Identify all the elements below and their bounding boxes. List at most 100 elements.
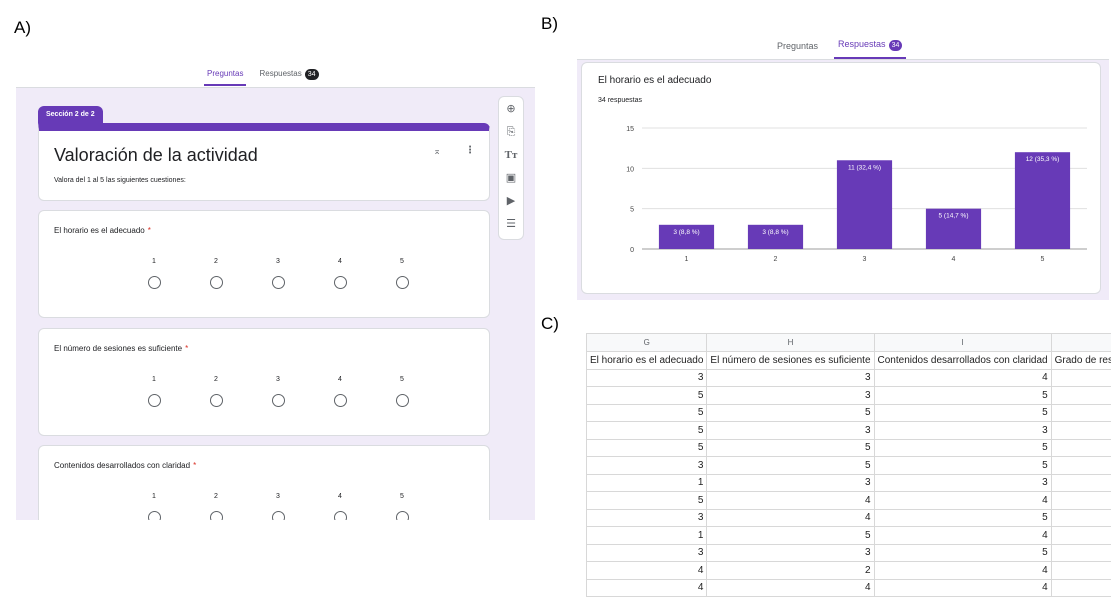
table-cell[interactable]: 3 bbox=[586, 508, 708, 527]
table-cell[interactable]: 3 bbox=[706, 368, 875, 387]
collapse-section-icon[interactable]: ⌅ bbox=[433, 145, 441, 157]
column-letter[interactable]: G bbox=[586, 333, 708, 352]
table-cell[interactable]: 1 bbox=[586, 473, 708, 492]
question-card-3[interactable]: Contenidos desarrollados con claridad * 1… bbox=[38, 445, 490, 520]
table-cell[interactable]: 3 bbox=[586, 543, 708, 562]
table-cell[interactable]: 5 bbox=[1050, 456, 1111, 475]
add-question-icon[interactable]: ⊕ bbox=[504, 102, 518, 116]
table-row: 5443 bbox=[586, 491, 1111, 510]
column-letter[interactable]: J bbox=[1050, 333, 1111, 352]
table-cell[interactable]: 3 bbox=[873, 421, 1052, 440]
more-options-icon[interactable]: ⋮ bbox=[465, 145, 475, 157]
y-tick-label: 10 bbox=[626, 166, 634, 173]
table-cell[interactable]: 5 bbox=[586, 421, 708, 440]
add-video-icon[interactable]: ▶ bbox=[504, 194, 518, 208]
table-cell[interactable]: 4 bbox=[706, 491, 875, 510]
table-cell[interactable]: 4 bbox=[586, 578, 708, 597]
table-cell[interactable]: 3 bbox=[873, 473, 1052, 492]
radio-option[interactable] bbox=[333, 394, 347, 407]
table-cell[interactable]: 3 bbox=[706, 543, 875, 562]
radio-option[interactable] bbox=[395, 511, 409, 520]
radio-option[interactable] bbox=[147, 276, 161, 289]
radio-option[interactable] bbox=[209, 276, 223, 289]
header-cell[interactable]: El número de sesiones es suficiente bbox=[706, 351, 875, 370]
radio-option[interactable] bbox=[271, 276, 285, 289]
add-image-icon[interactable]: ▣ bbox=[504, 171, 518, 185]
table-cell[interactable]: 5 bbox=[873, 456, 1052, 475]
table-cell[interactable]: 3 bbox=[586, 456, 708, 475]
table-cell[interactable]: 5 bbox=[873, 543, 1052, 562]
table-cell[interactable]: 3 bbox=[1050, 421, 1111, 440]
radio-option[interactable] bbox=[395, 394, 409, 407]
header-cell[interactable]: Grado de resolución de dudas bbox=[1050, 351, 1111, 370]
table-cell[interactable]: 1 bbox=[586, 526, 708, 545]
table-cell[interactable]: 5 bbox=[586, 403, 708, 422]
table-cell[interactable]: 3 bbox=[586, 368, 708, 387]
table-cell[interactable]: 5 bbox=[706, 403, 875, 422]
table-cell[interactable]: 5 bbox=[1050, 403, 1111, 422]
scale-label: 3 bbox=[276, 493, 280, 500]
column-letter[interactable]: I bbox=[873, 333, 1052, 352]
table-cell[interactable]: 5 bbox=[1050, 543, 1111, 562]
table-cell[interactable]: 4 bbox=[873, 526, 1052, 545]
question-card-1[interactable]: El horario es el adecuado * 1 2 3 4 5 bbox=[38, 210, 490, 318]
radio-option[interactable] bbox=[147, 394, 161, 407]
table-cell[interactable]: 5 bbox=[1050, 578, 1111, 597]
header-cell[interactable]: Contenidos desarrollados con claridad bbox=[873, 351, 1052, 370]
add-title-icon[interactable]: Tт bbox=[504, 148, 518, 162]
radio-option[interactable] bbox=[271, 511, 285, 520]
header-cell[interactable]: El horario es el adecuado bbox=[586, 351, 708, 370]
tab-respuestas[interactable]: Respuestas 34 bbox=[834, 39, 907, 59]
table-cell[interactable]: 3 bbox=[1050, 491, 1111, 510]
table-cell[interactable]: 4 bbox=[873, 491, 1052, 510]
bar[interactable] bbox=[836, 160, 893, 249]
y-tick-label: 15 bbox=[626, 126, 634, 133]
table-cell[interactable]: 5 bbox=[1050, 526, 1111, 545]
radio-option[interactable] bbox=[395, 276, 409, 289]
table-cell[interactable]: 3 bbox=[1050, 561, 1111, 580]
column-letter[interactable]: H bbox=[706, 333, 875, 352]
radio-option[interactable] bbox=[271, 394, 285, 407]
add-section-icon[interactable]: ☰ bbox=[504, 217, 518, 231]
table-cell[interactable]: 5 bbox=[873, 403, 1052, 422]
table-cell[interactable]: 3 bbox=[706, 421, 875, 440]
table-cell[interactable]: 4 bbox=[586, 561, 708, 580]
table-cell[interactable]: 4 bbox=[873, 561, 1052, 580]
question-card-2[interactable]: El número de sesiones es suficiente * 1 2… bbox=[38, 328, 490, 436]
radio-option[interactable] bbox=[209, 511, 223, 520]
table-cell[interactable]: 5 bbox=[1050, 386, 1111, 405]
radio-option[interactable] bbox=[333, 511, 347, 520]
tab-respuestas[interactable]: Respuestas 34 bbox=[256, 69, 321, 86]
table-cell[interactable]: 5 bbox=[586, 438, 708, 457]
table-cell[interactable]: 5 bbox=[1050, 508, 1111, 527]
table-cell[interactable]: 5 bbox=[586, 386, 708, 405]
table-cell[interactable]: 5 bbox=[586, 491, 708, 510]
radio-option[interactable] bbox=[333, 276, 347, 289]
bar[interactable] bbox=[1014, 152, 1071, 249]
table-cell[interactable]: 4 bbox=[706, 578, 875, 597]
table-cell[interactable]: 3 bbox=[706, 386, 875, 405]
scale-label: 5 bbox=[400, 376, 404, 383]
table-cell[interactable]: 3 bbox=[1050, 368, 1111, 387]
table-cell[interactable]: 5 bbox=[1050, 438, 1111, 457]
tab-preguntas[interactable]: Preguntas bbox=[773, 41, 822, 57]
table-cell[interactable]: 5 bbox=[1050, 473, 1111, 492]
section-title[interactable]: Valoración de la actividad bbox=[54, 145, 258, 166]
table-cell[interactable]: 3 bbox=[706, 473, 875, 492]
table-cell[interactable]: 4 bbox=[873, 578, 1052, 597]
section-header-card[interactable]: Valoración de la actividad Valora del 1 … bbox=[38, 123, 490, 201]
table-cell[interactable]: 4 bbox=[706, 508, 875, 527]
table-cell[interactable]: 5 bbox=[873, 386, 1052, 405]
section-description[interactable]: Valora del 1 al 5 las siguientes cuestio… bbox=[54, 177, 186, 184]
radio-option[interactable] bbox=[209, 394, 223, 407]
table-cell[interactable]: 4 bbox=[873, 368, 1052, 387]
import-questions-icon[interactable]: ⎘ bbox=[504, 125, 518, 139]
table-cell[interactable]: 5 bbox=[706, 456, 875, 475]
tab-preguntas[interactable]: Preguntas bbox=[204, 69, 247, 86]
table-cell[interactable]: 5 bbox=[873, 438, 1052, 457]
table-cell[interactable]: 5 bbox=[873, 508, 1052, 527]
table-cell[interactable]: 5 bbox=[706, 438, 875, 457]
radio-option[interactable] bbox=[147, 511, 161, 520]
table-cell[interactable]: 5 bbox=[706, 526, 875, 545]
table-cell[interactable]: 2 bbox=[706, 561, 875, 580]
